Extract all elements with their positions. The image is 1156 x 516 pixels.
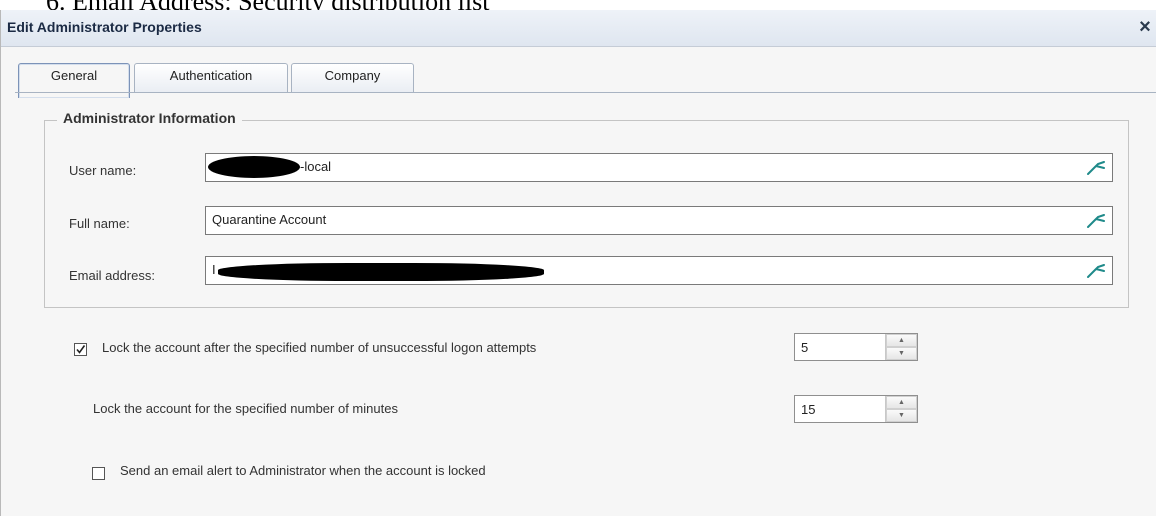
full-name-value: Quarantine Account: [212, 212, 327, 227]
user-name-value: -local: [300, 159, 332, 174]
checkmark-icon: [76, 345, 86, 354]
lock-minutes-stepper[interactable]: 15 ▲ ▼: [794, 395, 918, 423]
lock-minutes-value: 15: [801, 402, 816, 417]
tab-label: General: [50, 68, 98, 83]
email-address-field[interactable]: I: [205, 256, 1113, 285]
close-icon[interactable]: ×: [1135, 16, 1155, 38]
email-alert-checkbox[interactable]: [92, 467, 105, 480]
lock-after-attempts-label: Lock the account after the specified num…: [102, 340, 537, 355]
email-address-value: I: [212, 262, 216, 277]
full-name-label: Full name:: [69, 216, 130, 231]
tab-label: Company: [324, 68, 381, 83]
stepper-up-button[interactable]: ▲: [886, 396, 917, 409]
picker-icon[interactable]: [1086, 211, 1106, 229]
stepper-up-button[interactable]: ▲: [886, 334, 917, 347]
group-legend: Administrator Information: [57, 110, 242, 126]
email-alert-label: Send an email alert to Administrator whe…: [120, 463, 486, 478]
tab-company[interactable]: Company: [291, 63, 414, 93]
redaction-mark: [208, 156, 300, 178]
tab-strip-divider: [15, 92, 1156, 93]
lock-after-attempts-checkbox[interactable]: [74, 343, 87, 356]
dialog-titlebar: Edit Administrator Properties ×: [1, 10, 1156, 47]
logon-attempts-stepper[interactable]: 5 ▲ ▼: [794, 333, 918, 361]
stepper-down-button[interactable]: ▼: [886, 347, 917, 360]
logon-attempts-value: 5: [801, 340, 809, 355]
tab-label: Authentication: [169, 68, 253, 83]
user-name-field[interactable]: -local: [205, 153, 1113, 182]
email-address-label: Email address:: [69, 268, 155, 283]
picker-icon[interactable]: [1086, 158, 1106, 176]
lock-minutes-label: Lock the account for the specified numbe…: [93, 401, 398, 416]
edit-administrator-dialog: Edit Administrator Properties × General …: [0, 10, 1156, 516]
stepper-down-button[interactable]: ▼: [886, 409, 917, 422]
tab-authentication[interactable]: Authentication: [134, 63, 288, 93]
full-name-field[interactable]: Quarantine Account: [205, 206, 1113, 235]
picker-icon[interactable]: [1086, 261, 1106, 279]
stepper-buttons: ▲ ▼: [885, 396, 917, 422]
stepper-buttons: ▲ ▼: [885, 334, 917, 360]
dialog-title: Edit Administrator Properties: [7, 19, 202, 35]
redaction-mark: [218, 263, 544, 281]
user-name-label: User name:: [69, 163, 137, 178]
